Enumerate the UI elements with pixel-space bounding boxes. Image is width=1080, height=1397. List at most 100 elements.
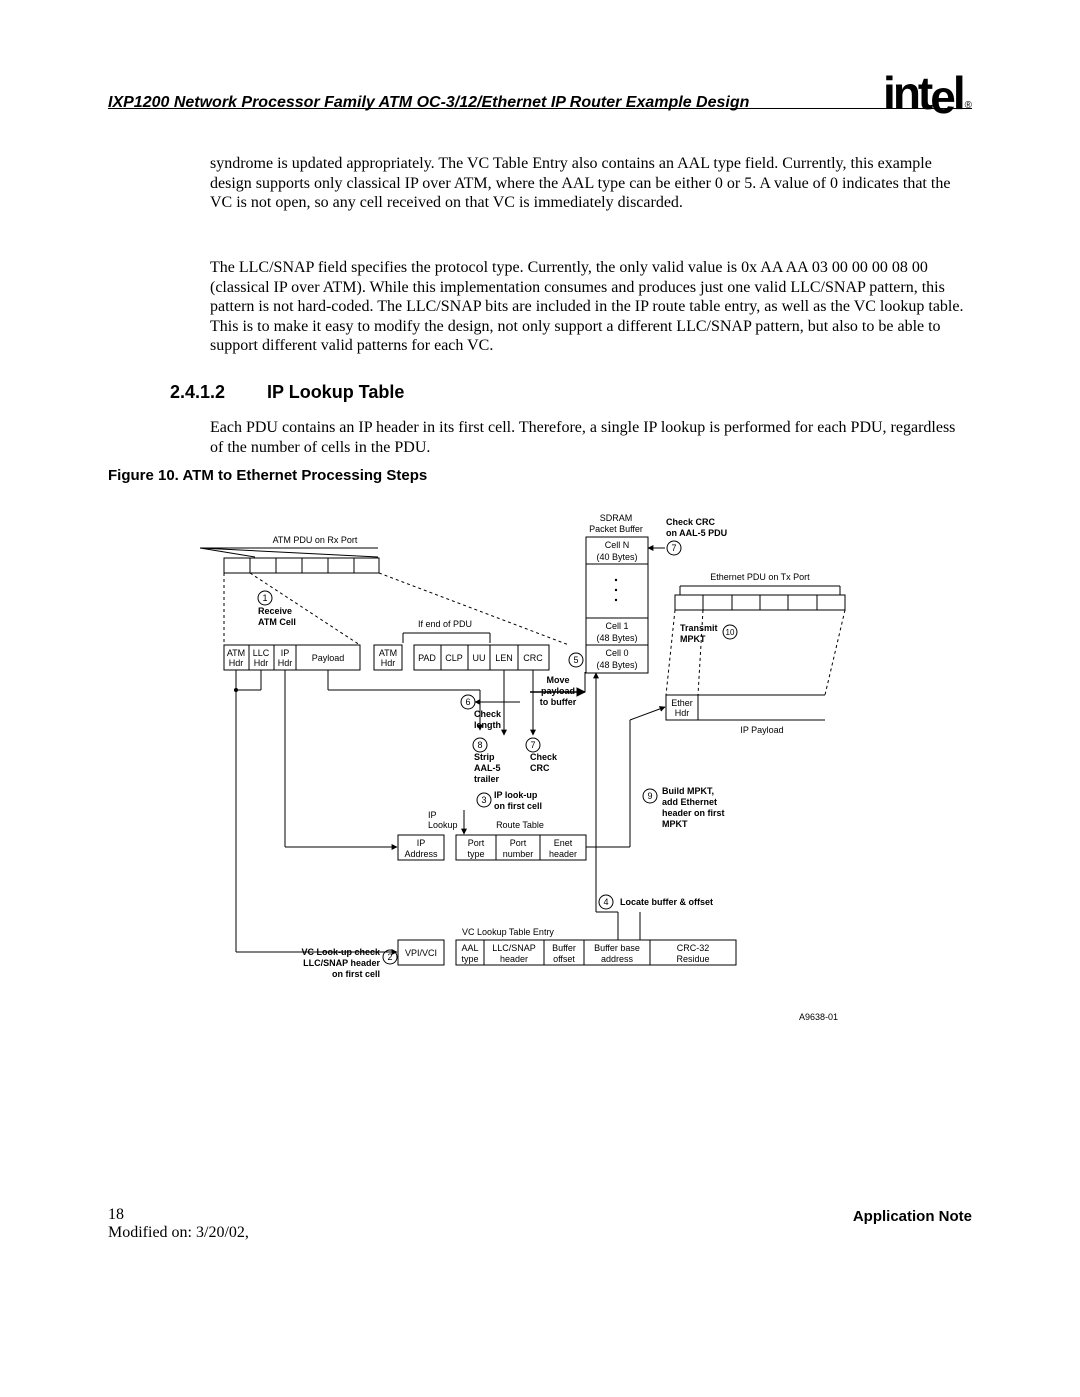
- lbl-cell0-size: (48 Bytes): [596, 660, 637, 670]
- lbl-ip-hdr-2: Hdr: [278, 658, 293, 668]
- lbl-pad: PAD: [418, 653, 436, 663]
- lbl-crc32-2: Residue: [676, 954, 709, 964]
- lbl-eh-2: header: [549, 849, 577, 859]
- step-10: 10: [726, 628, 735, 637]
- lbl-ip-lookup-2: on first cell: [494, 801, 542, 811]
- lbl-clp: CLP: [445, 653, 463, 663]
- lbl-ip-addr-1: IP: [417, 838, 426, 848]
- lbl-ip-hdr-1: IP: [281, 648, 290, 658]
- lbl-pt-1: Port: [468, 838, 485, 848]
- lbl-route-table: Route Table: [496, 820, 544, 830]
- lbl-receive-2: ATM Cell: [258, 617, 296, 627]
- lbl-aal-2: type: [461, 954, 478, 964]
- lbl-cell1-size: (48 Bytes): [596, 633, 637, 643]
- section-title: IP Lookup Table: [267, 382, 404, 402]
- lbl-pn-1: Port: [510, 838, 527, 848]
- step-3: 3: [481, 795, 486, 805]
- lbl-strip-1: Strip: [474, 752, 495, 762]
- header-divider: [108, 108, 972, 109]
- paragraph-3: Each PDU contains an IP header in its fi…: [210, 418, 970, 457]
- lbl-atm-hdr-2: Hdr: [229, 658, 244, 668]
- lbl-if-end: If end of PDU: [418, 619, 472, 629]
- lbl-ip-payload: IP Payload: [740, 725, 783, 735]
- lbl-len: LEN: [495, 653, 513, 663]
- lbl-ip-lookup-1: IP look-up: [494, 790, 538, 800]
- footer-right: Application Note: [853, 1208, 972, 1225]
- lbl-move-3: to buffer: [540, 697, 577, 707]
- step-4: 4: [603, 897, 608, 907]
- lbl-atm-pdu: ATM PDU on Rx Port: [273, 535, 358, 545]
- step-1: 1: [262, 593, 267, 603]
- lbl-cell1: Cell 1: [605, 621, 628, 631]
- lbl-strip-2: AAL-5: [474, 763, 501, 773]
- lbl-aal-1: AAL: [461, 943, 478, 953]
- lbl-eth-pdu: Ethernet PDU on Tx Port: [710, 572, 810, 582]
- step-8: 8: [477, 740, 482, 750]
- lbl-vpi-vci: VPI/VCI: [405, 948, 437, 958]
- lbl-crc32-1: CRC-32: [677, 943, 710, 953]
- paragraph-1: syndrome is updated appropriately. The V…: [210, 154, 970, 213]
- lbl-ether-1: Ether: [671, 698, 693, 708]
- section-heading: 2.4.1.2 IP Lookup Table: [170, 382, 404, 403]
- lbl-transmit-2: MPKT: [680, 634, 706, 644]
- lbl-crc: CRC: [523, 653, 543, 663]
- lbl-ipl-2: Lookup: [428, 820, 458, 830]
- lbl-cell0: Cell 0: [605, 648, 628, 658]
- paragraph-2: The LLC/SNAP field specifies the protoco…: [210, 258, 970, 356]
- lbl-check-crc-1: Check: [530, 752, 558, 762]
- lbl-buf-base-1: Buffer base: [594, 943, 640, 953]
- step-7: 7: [530, 740, 535, 750]
- lbl-atm-hdr-2b: Hdr: [381, 658, 396, 668]
- step-2: 2: [387, 952, 392, 962]
- page-number: 18: [108, 1206, 124, 1223]
- lbl-build-1: Build MPKT,: [662, 786, 714, 796]
- lbl-vc-entry: VC Lookup Table Entry: [462, 927, 554, 937]
- figure-ref: A9638-01: [799, 1012, 838, 1022]
- lbl-atm-hdr-1: ATM: [227, 648, 245, 658]
- step-9: 9: [647, 791, 652, 801]
- lbl-transmit-1: Transmit: [680, 623, 718, 633]
- doc-header-title: IXP1200 Network Processor Family ATM OC-…: [108, 94, 749, 112]
- lbl-celln: Cell N: [605, 540, 630, 550]
- lbl-receive-1: Receive: [258, 606, 292, 616]
- step-5: 5: [573, 655, 578, 665]
- lbl-eh-1: Enet: [554, 838, 573, 848]
- lbl-build-4: MPKT: [662, 819, 688, 829]
- lbl-llc-hdr-1: LLC: [253, 648, 270, 658]
- figure-10-diagram: SDRAM Packet Buffer Cell N (40 Bytes) Ce…: [200, 500, 870, 1060]
- footer-left: 18 Modified on: 3/20/02,: [108, 1206, 249, 1242]
- lbl-ether-2: Hdr: [675, 708, 690, 718]
- lbl-move-1: Move: [546, 675, 569, 685]
- lbl-build-3: header on first: [662, 808, 725, 818]
- lbl-strip-3: trailer: [474, 774, 500, 784]
- lbl-buf-base-2: address: [601, 954, 634, 964]
- lbl-vc-chk-2: LLC/SNAP header: [303, 958, 380, 968]
- lbl-buf-off-1: Buffer: [552, 943, 576, 953]
- lbl-llc-hdr-2: Hdr: [254, 658, 269, 668]
- lbl-buf-off-2: offset: [553, 954, 575, 964]
- lbl-pt-2: type: [467, 849, 484, 859]
- lbl-ipl-1: IP: [428, 810, 437, 820]
- intel-logo: intel®: [883, 75, 972, 112]
- figure-caption: Figure 10. ATM to Ethernet Processing St…: [108, 467, 427, 484]
- section-number: 2.4.1.2: [170, 382, 262, 403]
- lbl-payload: Payload: [312, 653, 345, 663]
- lbl-llcsnap-1: LLC/SNAP: [492, 943, 536, 953]
- lbl-check-len-2: length: [474, 720, 501, 730]
- lbl-check-crc-aal5-2: on AAL-5 PDU: [666, 528, 727, 538]
- lbl-atm-hdr-1b: ATM: [379, 648, 397, 658]
- lbl-locate: Locate buffer & offset: [620, 897, 713, 907]
- lbl-llcsnap-2: header: [500, 954, 528, 964]
- lbl-vc-chk-3: on first cell: [332, 969, 380, 979]
- lbl-check-len-1: Check: [474, 709, 502, 719]
- lbl-ip-addr-2: Address: [404, 849, 438, 859]
- step-7b: 7: [671, 543, 676, 553]
- lbl-check-crc-2: CRC: [530, 763, 550, 773]
- lbl-sdram: SDRAM: [600, 513, 633, 523]
- lbl-packet-buffer: Packet Buffer: [589, 524, 643, 534]
- lbl-uu: UU: [473, 653, 486, 663]
- modified-date: Modified on: 3/20/02,: [108, 1224, 249, 1241]
- lbl-check-crc-aal5-1: Check CRC: [666, 517, 716, 527]
- lbl-pn-2: number: [503, 849, 534, 859]
- step-6: 6: [465, 697, 470, 707]
